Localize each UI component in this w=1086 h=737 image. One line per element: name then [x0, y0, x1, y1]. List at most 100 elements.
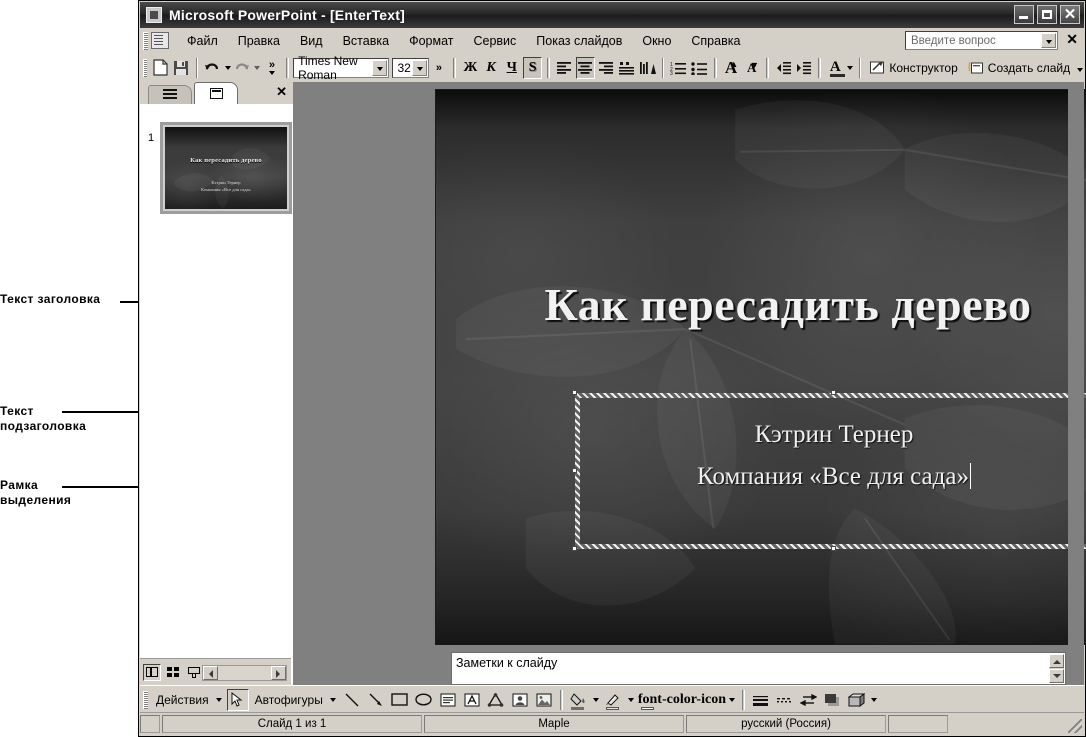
- resize-handle-nw[interactable]: [572, 390, 577, 395]
- font-color-dropdown-icon-2[interactable]: [727, 689, 738, 711]
- tab-outline[interactable]: [148, 85, 192, 104]
- italic-button[interactable]: К: [482, 57, 501, 79]
- resize-handle-s[interactable]: [831, 546, 836, 551]
- resize-handle-sw[interactable]: [572, 546, 577, 551]
- subtitle-placeholder-selected[interactable]: Кэтрин Тернер Компания «Все для сада»: [572, 390, 1086, 551]
- bulleted-list-icon[interactable]: [690, 57, 709, 79]
- line-style-button[interactable]: [750, 689, 772, 711]
- close-button[interactable]: ✕: [1060, 5, 1080, 24]
- toolbar-overflow-button-2[interactable]: »: [430, 57, 449, 79]
- undo-icon[interactable]: [203, 57, 222, 79]
- toolbar-grip-handle[interactable]: [143, 58, 148, 77]
- underline-button[interactable]: Ч: [502, 57, 521, 79]
- drawing-toolbar-grip[interactable]: [143, 690, 148, 709]
- new-slide-button[interactable]: Создать слайд: [963, 57, 1075, 79]
- font-color-icon[interactable]: A: [826, 57, 845, 79]
- slide-thumbnail-1[interactable]: Как пересадить дерево Кэтрин Тернер Комп…: [160, 122, 292, 214]
- new-document-icon[interactable]: [151, 57, 170, 79]
- line-color-button[interactable]: [603, 689, 625, 711]
- actions-menu-button[interactable]: Действия: [152, 689, 225, 711]
- maximize-button[interactable]: [1037, 5, 1057, 24]
- redo-dropdown-icon[interactable]: [253, 57, 262, 79]
- resize-grip-icon[interactable]: [1068, 719, 1082, 733]
- minimize-button[interactable]: [1014, 5, 1034, 24]
- pane-horizontal-scrollbar[interactable]: [202, 665, 287, 681]
- menu-grip-handle[interactable]: [143, 31, 148, 50]
- view-normal-button[interactable]: [143, 663, 161, 681]
- font-color-button[interactable]: font-color-icon: [638, 689, 726, 711]
- undo-dropdown-icon[interactable]: [223, 57, 232, 79]
- increase-font-size-icon[interactable]: A ▲: [722, 57, 741, 79]
- decrease-indent-icon[interactable]: [774, 57, 793, 79]
- slide-vertical-scrollbar[interactable]: [1068, 82, 1084, 685]
- save-icon[interactable]: [172, 57, 191, 79]
- scroll-left-icon[interactable]: [203, 666, 218, 680]
- bold-button[interactable]: Ж: [461, 57, 480, 79]
- fill-color-dropdown-icon[interactable]: [591, 689, 602, 711]
- design-button[interactable]: Конструктор: [865, 57, 962, 79]
- scroll-right-icon[interactable]: [271, 666, 286, 680]
- textbox-button[interactable]: [437, 689, 459, 711]
- menu-item-view[interactable]: Вид: [290, 31, 333, 51]
- picture-button[interactable]: [533, 689, 555, 711]
- subtitle-text-content[interactable]: Кэтрин Тернер Компания «Все для сада»: [575, 414, 1086, 498]
- chevron-down-icon[interactable]: [1041, 33, 1056, 48]
- align-right-icon[interactable]: [597, 57, 616, 79]
- line-button[interactable]: [341, 689, 363, 711]
- scroll-down-icon[interactable]: [1049, 669, 1064, 683]
- view-slideshow-button[interactable]: [185, 664, 203, 681]
- redo-icon[interactable]: [233, 57, 252, 79]
- close-document-icon[interactable]: ✕: [1066, 32, 1078, 46]
- autoshapes-menu-button[interactable]: Автофигуры: [251, 689, 339, 711]
- ask-a-question-input[interactable]: Введите вопрос: [905, 31, 1058, 50]
- clipart-button[interactable]: [509, 689, 531, 711]
- dash-style-button[interactable]: [774, 689, 796, 711]
- wordart-button[interactable]: [461, 689, 483, 711]
- close-pane-icon[interactable]: ✕: [276, 84, 287, 100]
- menu-item-insert[interactable]: Вставка: [333, 31, 399, 51]
- menu-item-window[interactable]: Окно: [632, 31, 681, 51]
- line-spacing-icon[interactable]: [617, 57, 636, 79]
- chevron-down-icon[interactable]: [411, 59, 427, 76]
- menu-item-edit[interactable]: Правка: [228, 31, 290, 51]
- toolbar-options-icon[interactable]: [1075, 59, 1084, 81]
- font-color-dropdown-icon[interactable]: [846, 57, 855, 79]
- slide-thumbnail-list[interactable]: 1 Как пересадить дерево Кэтрин Тернер Ко…: [140, 104, 292, 659]
- shadow-style-button[interactable]: [822, 689, 844, 711]
- arrow-button[interactable]: [365, 689, 387, 711]
- align-left-icon[interactable]: [555, 57, 574, 79]
- align-center-icon[interactable]: [575, 56, 595, 79]
- menu-item-help[interactable]: Справка: [681, 31, 750, 51]
- scroll-up-icon[interactable]: [1049, 654, 1064, 668]
- tab-slides[interactable]: [194, 82, 238, 104]
- diagram-button[interactable]: [485, 689, 507, 711]
- menu-item-tools[interactable]: Сервис: [463, 31, 526, 51]
- scrollbar-track[interactable]: [218, 666, 271, 680]
- notes-pane[interactable]: Заметки к слайду: [451, 652, 1066, 685]
- fill-color-button[interactable]: [568, 689, 590, 711]
- menu-item-slideshow[interactable]: Показ слайдов: [526, 31, 632, 51]
- select-objects-button[interactable]: [226, 688, 249, 711]
- text-direction-icon[interactable]: [638, 57, 657, 79]
- 3d-style-button[interactable]: [846, 689, 868, 711]
- font-name-combo[interactable]: Times New Roman: [293, 54, 390, 82]
- view-slide-sorter-button[interactable]: [164, 664, 182, 681]
- chevron-down-icon[interactable]: [372, 59, 388, 76]
- slide-title-text[interactable]: Как пересадить дерево: [436, 278, 1086, 331]
- numbered-list-icon[interactable]: 123: [669, 57, 688, 79]
- toolbar-overflow-button[interactable]: »: [263, 57, 282, 79]
- rectangle-button[interactable]: [389, 689, 411, 711]
- increase-indent-icon[interactable]: [794, 57, 813, 79]
- drawing-toolbar-options-icon[interactable]: [869, 689, 880, 711]
- line-color-dropdown-icon[interactable]: [626, 689, 637, 711]
- resize-handle-n[interactable]: [831, 390, 836, 395]
- slide-canvas[interactable]: Как пересадить дерево Кэтрин Тернер Комп…: [435, 89, 1086, 645]
- menu-item-file[interactable]: Файл: [177, 31, 228, 51]
- arrow-style-button[interactable]: [798, 689, 820, 711]
- notes-scrollbar[interactable]: [1049, 654, 1064, 683]
- text-shadow-button[interactable]: S: [523, 56, 543, 79]
- menu-item-format[interactable]: Формат: [399, 31, 463, 51]
- font-size-combo[interactable]: 32: [392, 57, 429, 78]
- oval-button[interactable]: [413, 689, 435, 711]
- decrease-font-size-icon[interactable]: A ▼: [742, 57, 761, 79]
